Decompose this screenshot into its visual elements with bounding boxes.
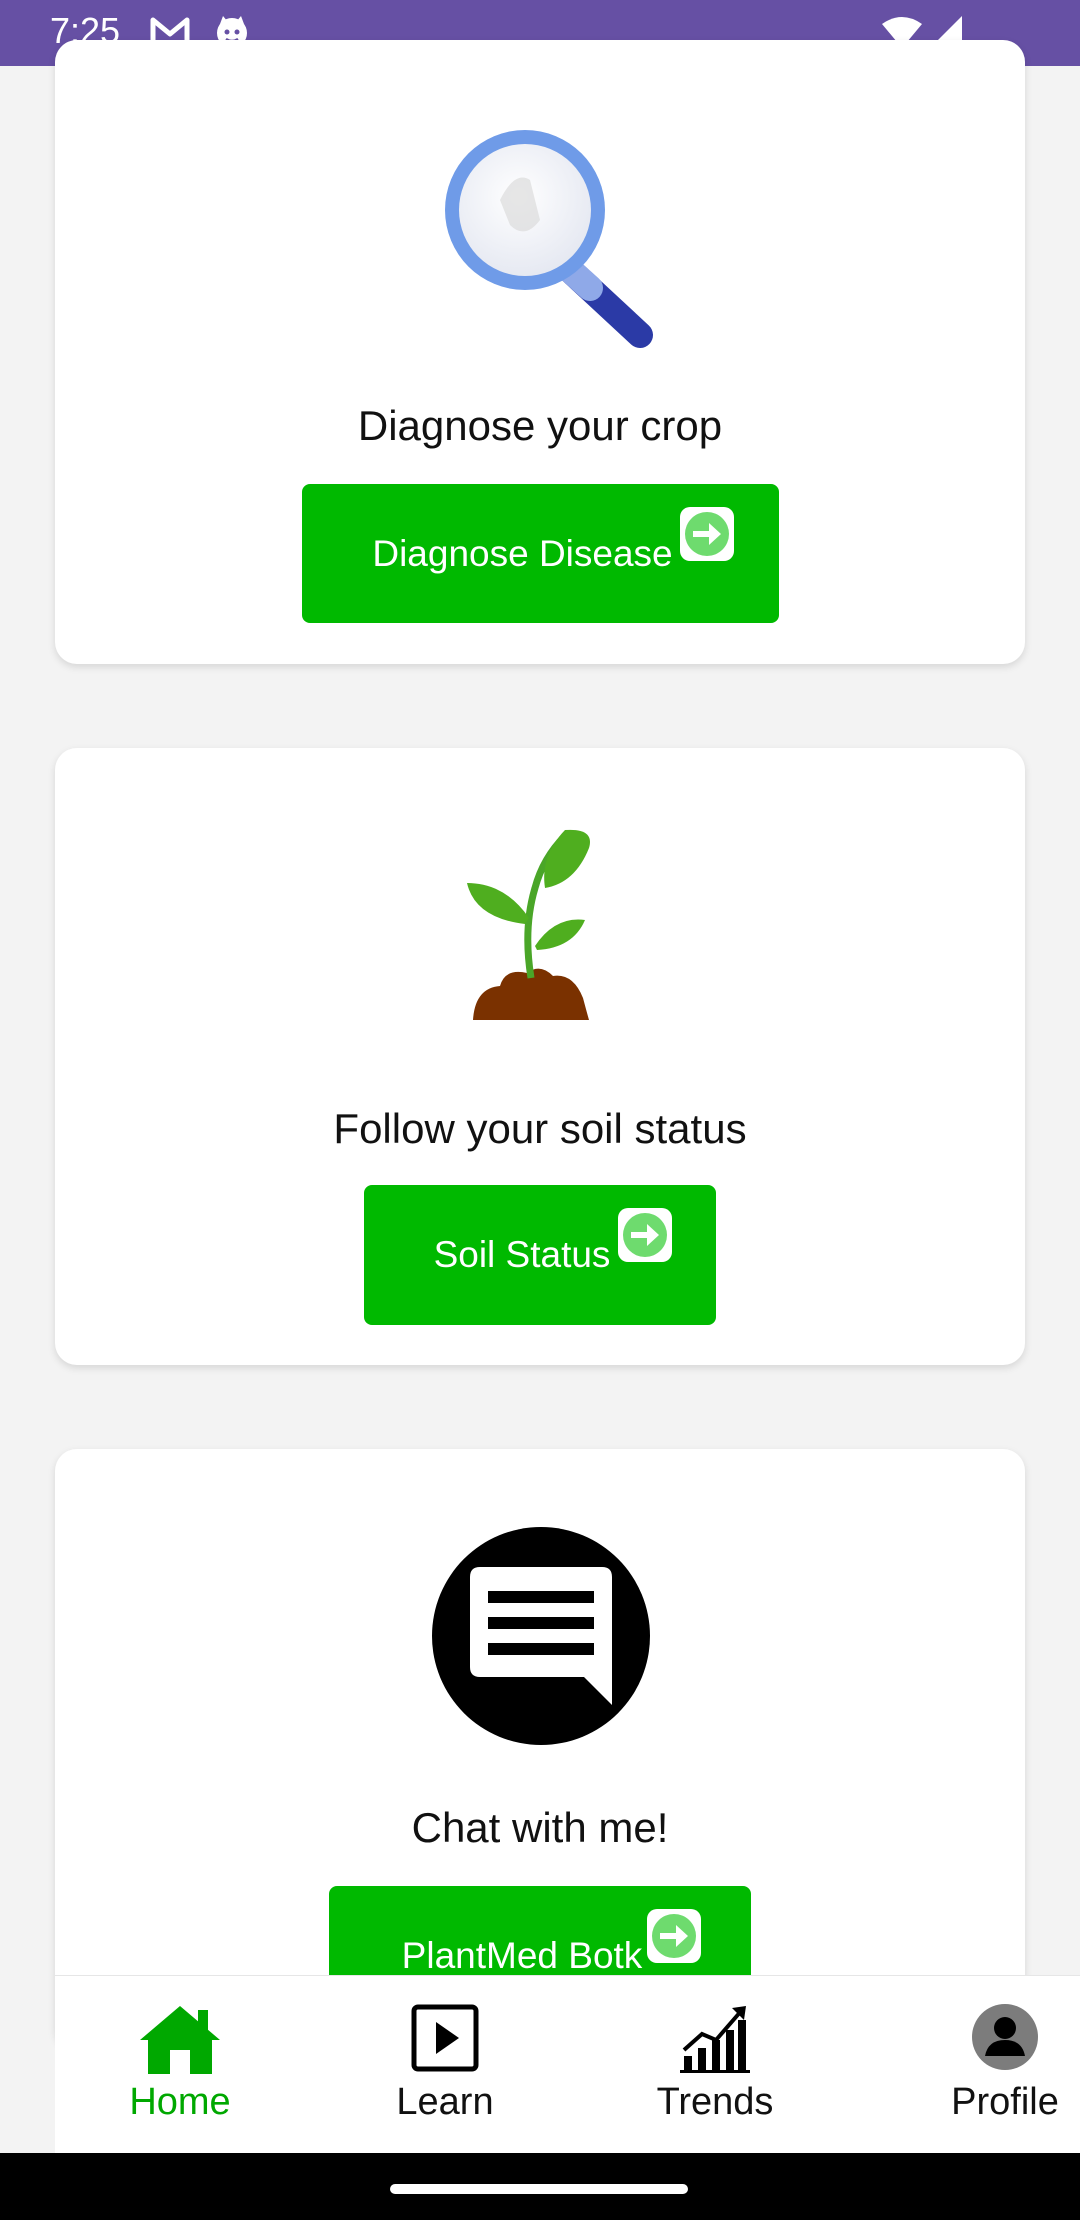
play-icon (411, 2004, 479, 2072)
diagnose-title: Diagnose your crop (357, 402, 723, 449)
profile-icon (972, 2004, 1038, 2070)
trends-icon (680, 2006, 750, 2073)
arrow-right-icon (618, 1208, 672, 1262)
soil-status-label: Soil Status (433, 1234, 611, 1275)
soil-status-button[interactable]: Soil Status (364, 1185, 716, 1325)
soil-card: Follow your soil status Soil Status (55, 748, 1025, 1365)
home-icon (140, 2006, 220, 2074)
diagnose-disease-label: Diagnose Disease (372, 532, 673, 574)
magnifier-icon (430, 110, 670, 355)
nav-item-trends[interactable]: Trends (650, 1976, 780, 2154)
chat-title: Chat with me! (411, 1804, 669, 1851)
arrow-right-icon (647, 1909, 701, 1963)
chat-icon (432, 1527, 650, 1750)
home-gesture-handle[interactable] (390, 2184, 688, 2194)
nav-item-profile[interactable]: Profile (935, 1976, 1075, 2154)
arrow-right-icon (680, 507, 734, 561)
plant-icon (465, 828, 605, 1033)
nav-item-learn[interactable]: Learn (380, 1976, 510, 2154)
nav-label-trends: Trends (656, 2081, 774, 2123)
bottom-navigation: Home Learn Trends Profile (55, 1975, 1080, 2154)
chat-card: Chat with me! PlantMed Botk (55, 1449, 1025, 2049)
diagnose-disease-button[interactable]: Diagnose Disease (302, 484, 779, 623)
plantmed-bot-label: PlantMed Botk (401, 1935, 643, 1976)
soil-title: Follow your soil status (333, 1105, 747, 1152)
nav-label-profile: Profile (951, 2081, 1059, 2123)
nav-label-home: Home (129, 2081, 231, 2123)
nav-label-learn: Learn (396, 2081, 494, 2123)
diagnose-card: Diagnose your crop Diagnose Disease (55, 40, 1025, 664)
nav-item-home[interactable]: Home (110, 1976, 250, 2154)
